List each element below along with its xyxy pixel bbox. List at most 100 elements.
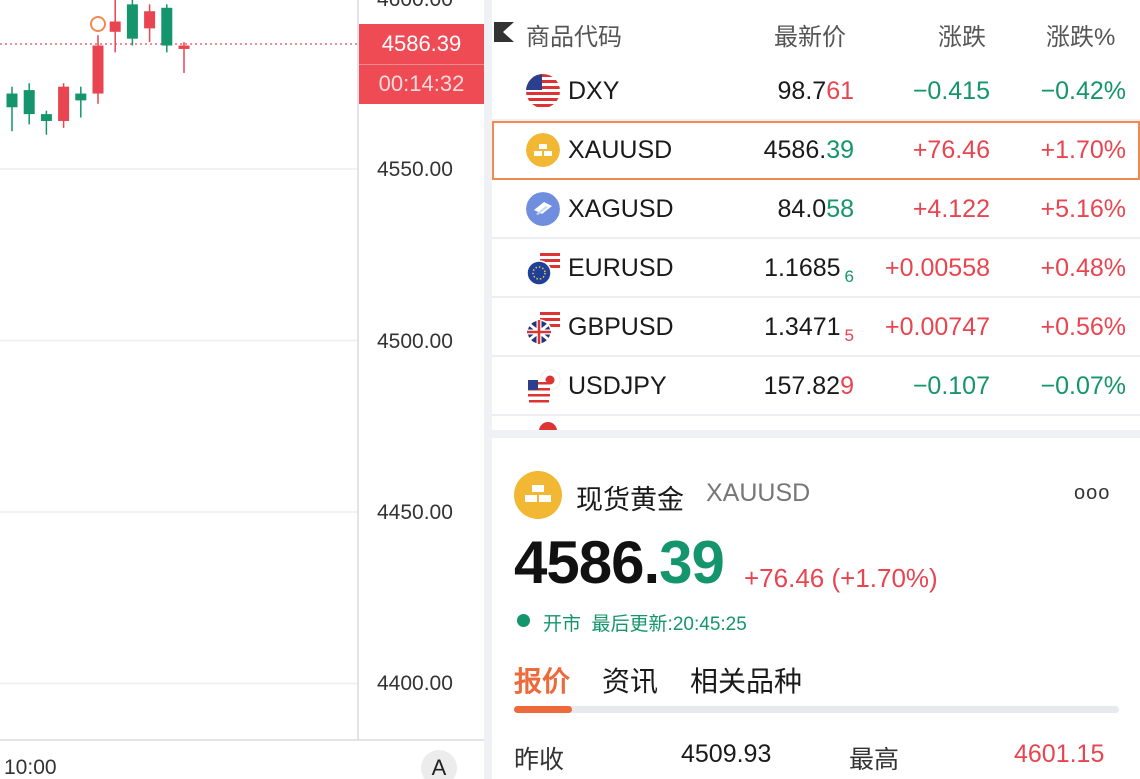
- candle: [58, 83, 70, 128]
- high-label: 最高: [849, 746, 900, 774]
- header-change[interactable]: 涨跌: [938, 17, 986, 52]
- last-price: 157.829: [763, 372, 854, 400]
- change-pct: +0.48%: [1040, 254, 1127, 282]
- tab-quote[interactable]: 报价: [514, 660, 570, 700]
- watchlist-row-partial[interactable]: [492, 418, 1140, 430]
- change-pct: +5.16%: [1040, 195, 1127, 223]
- pane-divider[interactable]: [484, 0, 492, 779]
- candle-body: [178, 45, 190, 49]
- gold-bar-icon: [526, 133, 560, 167]
- candle: [161, 4, 173, 53]
- change-value: +0.00747: [885, 313, 990, 341]
- symbol-label: GBPUSD: [568, 313, 674, 341]
- candle-body: [6, 93, 18, 108]
- candle: [40, 110, 52, 135]
- watchlist-row-xauusd[interactable]: XAUUSD 4586.39 +76.46 +1.70%: [492, 121, 1140, 180]
- candle: [23, 83, 35, 125]
- bookmark-flag-icon[interactable]: [492, 20, 516, 44]
- candle-body: [75, 93, 87, 101]
- symbol-label: XAGUSD: [568, 195, 674, 223]
- header-price[interactable]: 最新价: [774, 17, 846, 52]
- change-value: +4.122: [912, 195, 990, 223]
- last-price: 1.1685 6: [764, 254, 854, 286]
- last-price: 84.058: [777, 195, 854, 223]
- change-pct: −0.42%: [1040, 77, 1127, 105]
- watchlist-row-gbpusd[interactable]: GBPUSD 1.3471 5 +0.00747 +0.56%: [492, 298, 1140, 357]
- candle-body: [144, 11, 156, 29]
- candle: [75, 86, 87, 118]
- candlestick-chart[interactable]: [0, 0, 484, 779]
- tag-separator: [359, 64, 484, 65]
- auto-scale-button[interactable]: A: [421, 750, 457, 779]
- price-axis-tick: 4600.00: [377, 0, 453, 12]
- tab-related[interactable]: 相关品种: [690, 660, 802, 700]
- candle-body: [40, 114, 52, 121]
- trade-marker-icon: [90, 16, 106, 32]
- instrument-name: 现货黄金: [576, 485, 684, 515]
- price-axis-tick: 4450.00: [377, 501, 453, 524]
- change-pct: −0.07%: [1040, 372, 1127, 400]
- instrument-change: +76.46 (+1.70%): [744, 563, 938, 593]
- candlestick-chart-pane[interactable]: 4600.00 4550.00 4500.00 4450.00 4400.00 …: [0, 0, 484, 779]
- flag-icon: [539, 422, 557, 430]
- watchlist-row-eurusd[interactable]: EURUSD 1.1685 6 +0.00558 +0.48%: [492, 239, 1140, 298]
- change-value: −0.107: [912, 372, 990, 400]
- symbol-label: EURUSD: [568, 254, 674, 282]
- watchlist-row-xagusd[interactable]: XAGUSD 84.058 +4.122 +5.16%: [492, 180, 1140, 239]
- header-symbol[interactable]: 商品代码: [526, 17, 622, 52]
- prev-close-value: 4509.93: [681, 740, 772, 768]
- instrument-symbol: XAUUSD: [706, 479, 811, 507]
- price-axis-tick: 4500.00: [377, 330, 453, 353]
- candle: [6, 86, 18, 132]
- last-price: 1.3471 5: [764, 313, 854, 345]
- watchlist: 商品代码 最新价 涨跌 涨跌% DXY 98.761 −0.415 −0.42%: [492, 0, 1140, 430]
- tab-indicator: [514, 706, 572, 713]
- watchlist-header: 商品代码 最新价 涨跌 涨跌%: [492, 0, 1140, 62]
- current-price-tag: 4586.39 00:14:32: [359, 24, 484, 104]
- symbol-label: DXY: [568, 77, 620, 105]
- header-change-pct[interactable]: 涨跌%: [1046, 17, 1115, 52]
- section-divider: [492, 430, 1140, 438]
- candle: [92, 35, 104, 104]
- tab-news[interactable]: 资讯: [602, 660, 658, 700]
- market-open-dot: [517, 614, 530, 627]
- silver-bar-icon: [526, 192, 560, 226]
- current-price-value: 4586.39: [381, 31, 462, 56]
- high-value: 4601.15: [1014, 740, 1105, 768]
- eu-us-flag-icon: [526, 251, 560, 286]
- last-price: 98.761: [777, 77, 854, 105]
- candle: [126, 0, 138, 46]
- price-axis-tick: 4550.00: [377, 158, 453, 181]
- change-value: +0.00558: [885, 254, 990, 282]
- symbol-label: XAUUSD: [568, 136, 673, 164]
- instrument-detail: 现货黄金 XAUUSD ooo 4586.39 +76.46 (+1.70%) …: [492, 438, 1140, 779]
- uk-us-flag-icon: [526, 310, 560, 345]
- candle-countdown: 00:14:32: [378, 71, 465, 96]
- candle-body: [109, 21, 121, 32]
- candle-body: [161, 7, 173, 46]
- us-jp-flag-icon: [526, 369, 561, 405]
- instrument-price: 4586.39: [514, 529, 725, 596]
- market-status: 开市 最后更新:20:45:25: [543, 614, 747, 635]
- change-pct: +1.70%: [1040, 136, 1127, 164]
- symbol-label: USDJPY: [568, 372, 667, 400]
- change-pct: +0.56%: [1040, 313, 1127, 341]
- gold-bar-icon: [514, 471, 562, 519]
- candle: [178, 42, 190, 73]
- time-axis-tick: 10:00: [4, 756, 57, 779]
- candle: [144, 4, 156, 43]
- watchlist-row-usdjpy[interactable]: USDJPY 157.829 −0.107 −0.07%: [492, 357, 1140, 416]
- candle-body: [23, 90, 35, 115]
- watchlist-row-dxy[interactable]: DXY 98.761 −0.415 −0.42%: [492, 62, 1140, 121]
- candle-body: [58, 86, 70, 121]
- change-value: +76.46: [912, 136, 990, 164]
- change-value: −0.415: [912, 77, 990, 105]
- candle-body: [92, 45, 104, 94]
- us-flag-icon: [526, 74, 560, 108]
- price-axis-tick: 4400.00: [377, 672, 453, 695]
- last-price: 4586.39: [763, 136, 854, 164]
- candle-body: [126, 4, 138, 39]
- more-options-icon[interactable]: ooo: [1074, 482, 1110, 505]
- tab-indicator-track: [514, 706, 1119, 713]
- prev-close-label: 昨收: [514, 746, 565, 774]
